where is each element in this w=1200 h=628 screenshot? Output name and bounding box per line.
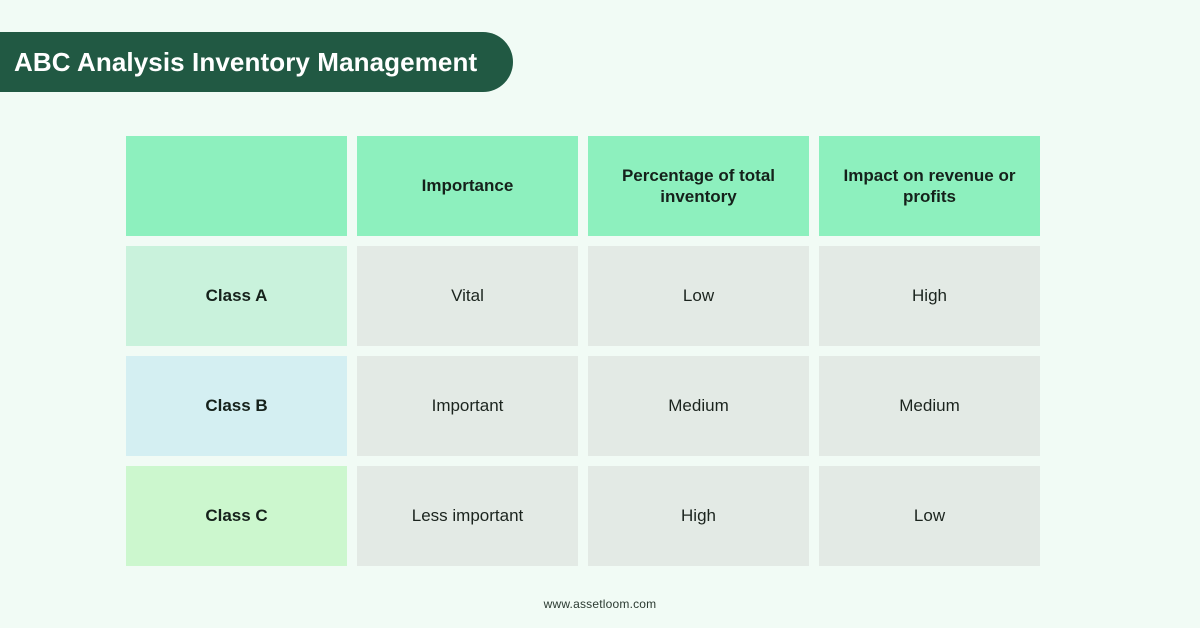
page-title: ABC Analysis Inventory Management (14, 47, 478, 77)
table-cell-class-a-importance: Vital (357, 246, 578, 346)
infographic-page: ABC Analysis Inventory Management Import… (0, 0, 1200, 628)
table-cell-class-c-percentage: High (588, 466, 809, 566)
title-banner: ABC Analysis Inventory Management (0, 32, 514, 92)
table-row-label-class-a: Class A (126, 246, 347, 346)
table-header-impact-on-revenue-or-profits: Impact on revenue or profits (819, 136, 1040, 236)
table-row-label-class-c: Class C (126, 466, 347, 566)
table-cell-class-a-impact: High (819, 246, 1040, 346)
abc-analysis-table: Importance Percentage of total inventory… (126, 136, 1040, 566)
table-header-percentage-of-total-inventory: Percentage of total inventory (588, 136, 809, 236)
table-header-importance: Importance (357, 136, 578, 236)
table-cell-class-a-percentage: Low (588, 246, 809, 346)
table-row-label-class-b: Class B (126, 356, 347, 456)
table-cell-class-c-impact: Low (819, 466, 1040, 566)
table-header-corner-cell (126, 136, 347, 236)
table-cell-class-b-percentage: Medium (588, 356, 809, 456)
table-cell-class-c-importance: Less important (357, 466, 578, 566)
footer-url: www.assetloom.com (543, 597, 657, 611)
table-cell-class-b-impact: Medium (819, 356, 1040, 456)
table-cell-class-b-importance: Important (357, 356, 578, 456)
